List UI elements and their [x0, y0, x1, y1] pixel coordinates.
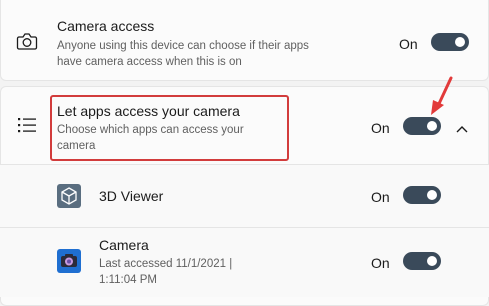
camera-access-title: Camera access [57, 18, 155, 34]
app-name-camera: Camera [99, 237, 149, 253]
app-row-3d-viewer[interactable]: 3D Viewer On [0, 164, 489, 227]
toggle-knob [427, 256, 437, 266]
app-toggle-3d-viewer[interactable] [403, 186, 441, 204]
app-toggle-camera[interactable] [403, 252, 441, 270]
camera-access-description: Anyone using this device can choose if t… [57, 40, 309, 68]
app-name-3d-viewer: 3D Viewer [99, 188, 164, 204]
list-icon [17, 116, 37, 139]
camera-app-icon [57, 249, 81, 278]
camera-access-state: On [399, 36, 418, 52]
camera-access-row[interactable]: Camera access Anyone using this device c… [0, 0, 489, 80]
let-apps-toggle[interactable] [403, 117, 441, 135]
app-state-3d-viewer: On [371, 189, 390, 205]
toggle-knob [427, 190, 437, 200]
app-state-camera: On [371, 255, 390, 271]
app-detail-camera: Last accessed 11/1/2021 | 1:11:04 PM [99, 258, 233, 286]
let-apps-state: On [371, 120, 390, 136]
chevron-up-icon[interactable] [455, 121, 469, 139]
toggle-knob [455, 37, 465, 47]
camera-access-toggle[interactable] [431, 33, 469, 51]
camera-icon [16, 31, 38, 56]
highlight-box [50, 95, 289, 161]
cube-icon [57, 184, 81, 213]
toggle-knob [427, 121, 437, 131]
annotation-arrow-icon [431, 76, 453, 115]
app-row-camera[interactable]: Camera Last accessed 11/1/2021 | 1:11:04… [0, 227, 489, 297]
